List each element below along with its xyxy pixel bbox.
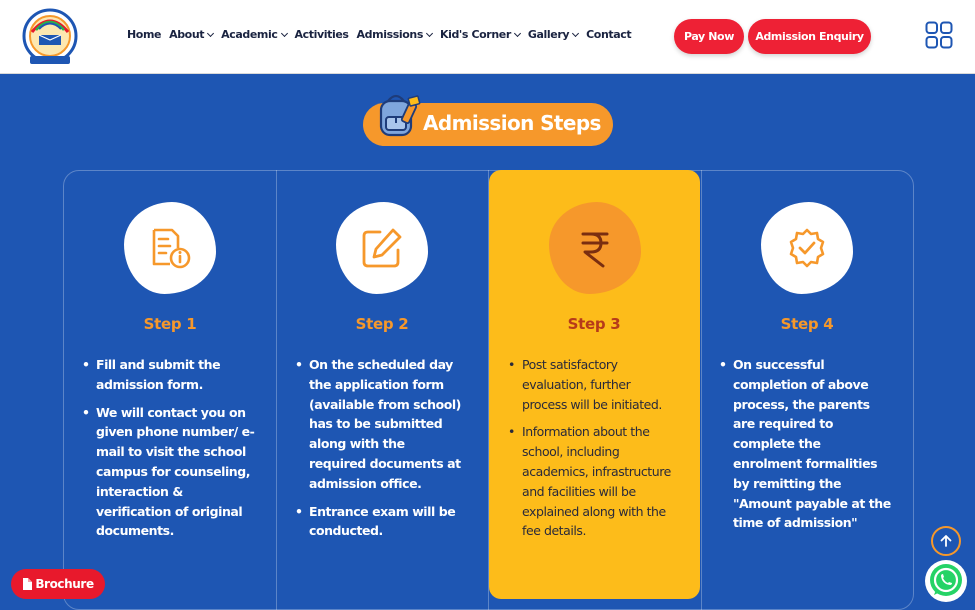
step-3-title: Step 3 xyxy=(567,315,621,333)
arrow-up-icon xyxy=(940,535,952,547)
admission-enquiry-button[interactable]: Admission Enquiry xyxy=(748,19,871,54)
main-nav: Home About Academic Activities Admission… xyxy=(127,28,639,41)
brochure-label: Brochure xyxy=(35,577,94,591)
site-header: Home About Academic Activities Admission… xyxy=(0,0,975,74)
grid-icon[interactable] xyxy=(925,21,953,49)
list-item: Information about the school, including … xyxy=(508,422,676,541)
form-info-icon xyxy=(152,228,191,269)
step-2-list: On the scheduled day the application for… xyxy=(295,355,465,549)
nav-item-kids-corner[interactable]: Kid's Corner xyxy=(440,28,521,41)
chevron-down-icon xyxy=(425,29,434,37)
step-1-title: Step 1 xyxy=(143,315,197,333)
rupee-icon xyxy=(581,232,609,268)
file-icon xyxy=(23,578,33,590)
chevron-down-icon xyxy=(572,29,580,37)
whatsapp-icon xyxy=(930,564,962,596)
step-3-list: Post satisfactory evaluation, further pr… xyxy=(508,355,676,549)
section-title: Admission Steps xyxy=(423,111,601,135)
step-4-title: Step 4 xyxy=(780,315,834,333)
list-item: On the scheduled day the application for… xyxy=(295,355,465,494)
scroll-to-top-button[interactable] xyxy=(931,526,961,556)
backpack-icon xyxy=(379,94,421,137)
step-3-icon-blob xyxy=(549,202,641,294)
edit-icon xyxy=(362,228,402,268)
nav-item-activities[interactable]: Activities xyxy=(295,28,349,41)
list-item: We will contact you on given phone numbe… xyxy=(82,403,258,542)
nav-item-contact[interactable]: Contact xyxy=(586,28,632,41)
list-item: Post satisfactory evaluation, further pr… xyxy=(508,355,676,414)
brochure-button[interactable]: Brochure xyxy=(11,569,105,599)
column-divider xyxy=(276,170,277,610)
nav-item-admissions[interactable]: Admissions xyxy=(357,28,434,41)
chevron-down-icon xyxy=(513,29,521,37)
step-2-icon-blob xyxy=(336,202,428,294)
step-4-list: On successful completion of above proces… xyxy=(719,355,891,541)
list-item: On successful completion of above proces… xyxy=(719,355,891,533)
nav-item-gallery[interactable]: Gallery xyxy=(528,28,580,41)
column-divider xyxy=(701,170,702,610)
step-1-icon-blob xyxy=(124,202,216,294)
nav-item-home[interactable]: Home xyxy=(127,28,161,41)
chevron-down-icon xyxy=(207,29,215,37)
chevron-down-icon xyxy=(280,29,288,37)
list-item: Fill and submit the admission form. xyxy=(82,355,258,395)
nav-item-about[interactable]: About xyxy=(169,28,215,41)
school-logo[interactable] xyxy=(22,8,78,66)
pay-now-button[interactable]: Pay Now xyxy=(674,19,744,54)
step-2-title: Step 2 xyxy=(355,315,409,333)
whatsapp-button[interactable] xyxy=(925,560,967,602)
nav-item-academic[interactable]: Academic xyxy=(221,28,288,41)
step-1-list: Fill and submit the admission form. We w… xyxy=(82,355,258,549)
step-4-icon-blob xyxy=(761,202,853,294)
verified-badge-icon xyxy=(789,228,825,268)
list-item: Entrance exam will be conducted. xyxy=(295,502,465,542)
